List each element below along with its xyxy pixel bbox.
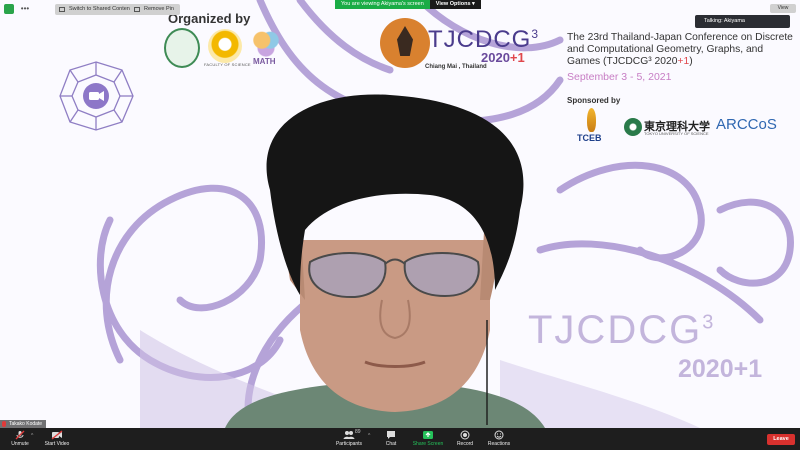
remove-pin-button[interactable]: Remove Pin — [130, 4, 180, 15]
switch-to-shared-content-button[interactable]: Switch to Shared Content — [55, 4, 138, 15]
view-options-dropdown[interactable]: View Options ▾ — [429, 0, 481, 9]
microphone-muted-icon — [2, 421, 6, 427]
talking-indicator: Talking: Akiyama — [695, 15, 790, 28]
chat-button[interactable]: Chat — [380, 428, 402, 450]
screen-share-banner: You are viewing Akiyama's screen View Op… — [335, 0, 481, 9]
sharing-message: You are viewing Akiyama's screen — [335, 0, 430, 9]
screen-icon — [59, 7, 65, 12]
shared-screen: Organized by FACULTY OF SCIENCE MATH TJC… — [0, 0, 800, 428]
leave-button[interactable]: Leave — [767, 434, 795, 445]
more-options-icon[interactable]: ••• — [19, 4, 31, 14]
view-button[interactable]: View — [770, 4, 796, 13]
people-icon — [343, 431, 355, 439]
shield-icon[interactable] — [4, 4, 14, 14]
participant-name-tag: Takako Kodate — [0, 420, 47, 428]
reactions-button[interactable]: Reactions — [485, 428, 513, 450]
audio-menu-caret[interactable]: ^ — [31, 433, 33, 439]
record-icon — [460, 430, 470, 440]
microphone-muted-icon — [15, 430, 25, 440]
start-video-button[interactable]: Start Video — [40, 428, 74, 450]
participants-count: 89 — [355, 429, 361, 435]
chat-bubble-icon — [387, 431, 395, 439]
speaker-video — [225, 94, 545, 428]
participants-menu-caret[interactable]: ^ — [368, 433, 370, 439]
smiley-icon — [494, 430, 504, 440]
share-screen-button[interactable]: Share Screen — [410, 428, 446, 450]
pin-icon — [134, 7, 140, 12]
record-button[interactable]: Record — [453, 428, 477, 450]
meeting-toolbar: Unmute ^ Start Video Participants 89 ^ C… — [0, 428, 800, 450]
unmute-button[interactable]: Unmute — [6, 428, 34, 450]
share-screen-icon — [423, 431, 433, 439]
camera-off-icon — [51, 430, 63, 440]
